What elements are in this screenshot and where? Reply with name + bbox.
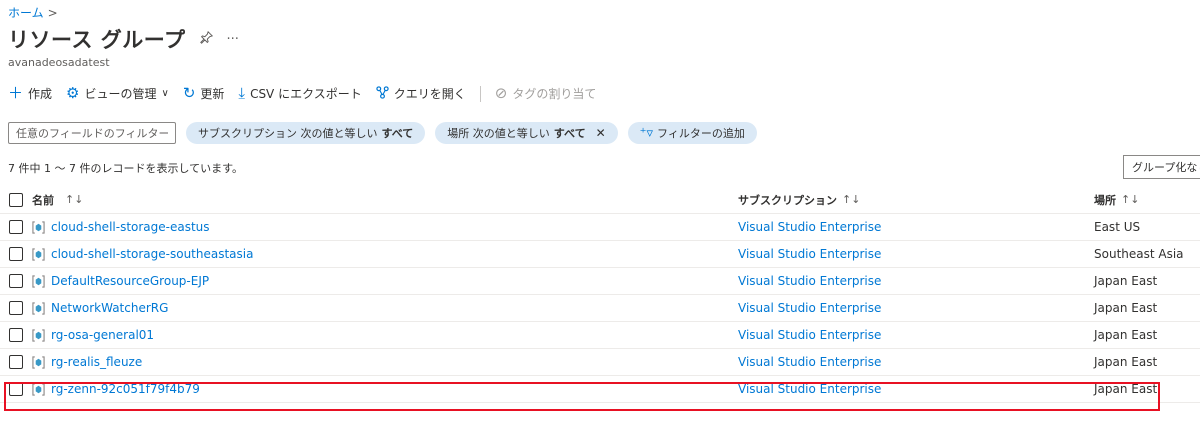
filter-bar: サブスクリプション 次の値と等しい すべて 場所 次の値と等しい すべて ✕ ⁺… — [8, 122, 757, 144]
refresh-button[interactable]: ↻ 更新 — [183, 85, 225, 102]
pin-icon[interactable] — [199, 30, 213, 48]
table-row: cloud-shell-storage-southeastasia Visual… — [0, 241, 1200, 268]
assign-tags-label: タグの割り当て — [512, 87, 597, 101]
command-bar: ＋ 作成 ⚙ ビューの管理 ∨ ↻ 更新 ⤓ CSV にエクスポート クエリを開… — [8, 85, 596, 102]
chevron-down-icon: ∨ — [161, 88, 169, 99]
subscription-link[interactable]: Visual Studio Enterprise — [738, 382, 881, 396]
row-checkbox[interactable] — [9, 355, 23, 369]
table-row: rg-realis_fleuze Visual Studio Enterpris… — [0, 349, 1200, 376]
row-checkbox[interactable] — [9, 220, 23, 234]
add-filter-label: フィルターの追加 — [657, 127, 745, 140]
subscription-link[interactable]: Visual Studio Enterprise — [738, 274, 881, 288]
add-filter-button[interactable]: ⁺▿ フィルターの追加 — [627, 122, 757, 144]
table-row: cloud-shell-storage-eastus Visual Studio… — [0, 214, 1200, 241]
resource-group-link[interactable]: rg-osa-general01 — [51, 328, 154, 342]
refresh-icon: ↻ — [182, 84, 196, 102]
resource-group-table: 名前 ↑↓ サブスクリプション ↑↓ 場所 ↑↓ cloud-shell-storag… — [0, 186, 1200, 403]
record-count: 7 件中 1 ～ 7 件のレコードを表示しています。 — [8, 162, 244, 175]
subscription-link[interactable]: Visual Studio Enterprise — [738, 220, 881, 234]
subscription-filter-label: サブスクリプション 次の値と等しい — [198, 127, 378, 140]
query-icon — [376, 85, 389, 102]
sort-icon: ↑↓ — [842, 193, 861, 206]
resource-group-link[interactable]: rg-zenn-92c051f79f4b79 — [51, 382, 200, 396]
column-header-location[interactable]: 場所 ↑↓ — [1094, 186, 1139, 213]
subscription-filter-pill[interactable]: サブスクリプション 次の値と等しい すべて — [186, 122, 426, 144]
location-cell: East US — [1094, 220, 1141, 234]
page-subtitle: avanadeosadatest — [8, 56, 110, 69]
subscription-link[interactable]: Visual Studio Enterprise — [738, 247, 881, 261]
more-icon[interactable]: ··· — [227, 32, 239, 47]
resource-group-link[interactable]: cloud-shell-storage-eastus — [51, 220, 210, 234]
resource-group-icon — [32, 382, 45, 396]
row-checkbox[interactable] — [9, 274, 23, 288]
location-filter-pill[interactable]: 場所 次の値と等しい すべて ✕ — [435, 122, 618, 144]
gear-icon: ⚙ — [66, 84, 80, 102]
resource-group-link[interactable]: NetworkWatcherRG — [51, 301, 168, 315]
resource-group-icon — [32, 355, 45, 369]
select-all-checkbox[interactable] — [9, 192, 23, 207]
location-filter-label: 場所 次の値と等しい — [447, 127, 550, 140]
breadcrumb-home[interactable]: ホーム — [8, 4, 44, 21]
open-query-button[interactable]: クエリを開く — [376, 85, 466, 102]
subscription-link[interactable]: Visual Studio Enterprise — [738, 301, 881, 315]
location-cell: Japan East — [1094, 328, 1158, 342]
row-checkbox[interactable] — [9, 301, 23, 315]
create-button[interactable]: ＋ 作成 — [8, 85, 52, 102]
subscription-filter-value: すべて — [381, 127, 414, 140]
tag-icon: ⊘ — [494, 84, 508, 102]
table-row: NetworkWatcherRG Visual Studio Enterpris… — [0, 295, 1200, 322]
row-checkbox[interactable] — [9, 382, 23, 396]
location-filter-value: すべて — [553, 127, 586, 140]
location-cell: Japan East — [1094, 301, 1158, 315]
page-title: リソース グループ — [8, 28, 186, 52]
table-header: 名前 ↑↓ サブスクリプション ↑↓ 場所 ↑↓ — [0, 186, 1200, 214]
filter-input[interactable] — [8, 122, 176, 144]
resource-group-icon — [32, 274, 45, 288]
location-cell: Japan East — [1094, 355, 1158, 369]
resource-group-icon — [32, 220, 45, 234]
resource-group-link[interactable]: rg-realis_fleuze — [51, 355, 142, 369]
location-cell: Southeast Asia — [1094, 247, 1184, 261]
export-csv-label: CSV にエクスポート — [250, 87, 362, 101]
column-header-subscription[interactable]: サブスクリプション ↑↓ — [738, 186, 860, 213]
resource-group-icon — [32, 301, 45, 315]
create-label: 作成 — [28, 87, 53, 101]
add-filter-icon: ⁺▿ — [639, 125, 654, 141]
plus-icon: ＋ — [8, 84, 24, 102]
breadcrumb: ホーム > — [8, 4, 58, 21]
row-checkbox[interactable] — [9, 328, 23, 342]
sort-icon: ↑↓ — [65, 193, 84, 206]
resource-group-icon — [32, 328, 45, 342]
export-csv-button[interactable]: ⤓ CSV にエクスポート — [238, 85, 361, 102]
table-row: DefaultResourceGroup-EJP Visual Studio E… — [0, 268, 1200, 295]
subscription-link[interactable]: Visual Studio Enterprise — [738, 328, 881, 342]
assign-tags-button[interactable]: ⊘ タグの割り当て — [495, 85, 597, 102]
group-by-dropdown[interactable]: グループ化なし — [1123, 155, 1200, 179]
title-row: リソース グループ ··· — [8, 24, 239, 54]
close-icon[interactable]: ✕ — [596, 126, 606, 140]
row-checkbox[interactable] — [9, 247, 23, 261]
table-row: rg-osa-general01 Visual Studio Enterpris… — [0, 322, 1200, 349]
download-icon: ⤓ — [238, 84, 246, 102]
resource-group-link[interactable]: cloud-shell-storage-southeastasia — [51, 247, 253, 261]
table-row: rg-zenn-92c051f79f4b79 Visual Studio Ent… — [0, 376, 1200, 403]
manage-view-button[interactable]: ⚙ ビューの管理 ∨ — [66, 85, 169, 102]
subscription-link[interactable]: Visual Studio Enterprise — [738, 355, 881, 369]
manage-view-label: ビューの管理 — [84, 87, 157, 101]
refresh-label: 更新 — [200, 87, 225, 101]
location-cell: Japan East — [1094, 274, 1158, 288]
location-cell: Japan East — [1094, 382, 1158, 396]
resource-group-icon — [32, 247, 45, 261]
open-query-label: クエリを開く — [393, 87, 466, 101]
breadcrumb-separator: > — [47, 5, 58, 20]
sort-icon: ↑↓ — [1121, 193, 1140, 206]
toolbar-divider — [479, 85, 481, 102]
resource-group-link[interactable]: DefaultResourceGroup-EJP — [51, 274, 209, 288]
column-header-name[interactable]: 名前 ↑↓ — [32, 186, 83, 213]
